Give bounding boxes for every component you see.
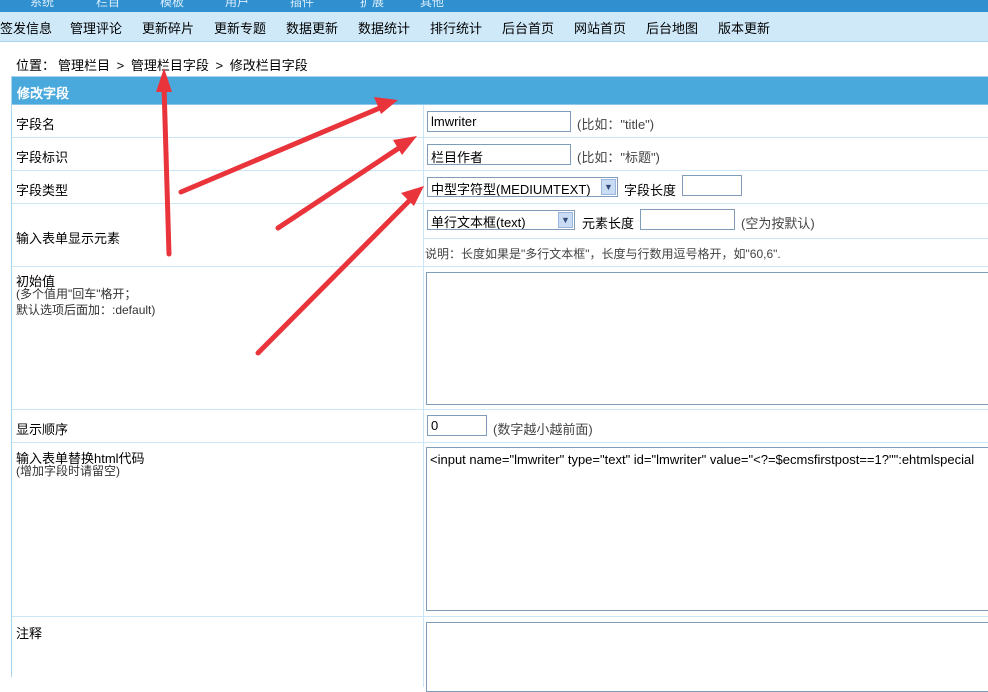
breadcrumb-prefix: 位置： bbox=[16, 58, 56, 73]
nav-item-publish[interactable]: 签发信息 bbox=[0, 18, 52, 37]
top-menu-item[interactable]: 插件 bbox=[290, 0, 314, 10]
row-field-type: 字段类型 中型字符型(MEDIUMTEXT) ▼ 字段长度 bbox=[12, 171, 988, 204]
breadcrumb-link[interactable]: 管理栏目字段 bbox=[131, 58, 209, 73]
form-title-bar: 修改字段 bbox=[12, 77, 988, 105]
row-comment: 注释 bbox=[12, 617, 988, 692]
html-code-textarea[interactable]: <input name="lmwriter" type="text" id="l… bbox=[426, 447, 988, 611]
field-type-selected: 中型字符型(MEDIUMTEXT) bbox=[431, 182, 591, 197]
breadcrumb-separator: > bbox=[116, 58, 125, 73]
field-name-input[interactable]: lmwriter bbox=[427, 111, 571, 132]
form-title: 修改字段 bbox=[17, 86, 70, 101]
element-length-input[interactable] bbox=[640, 209, 735, 230]
row-field-name: 字段名 lmwriter (比如："title") bbox=[12, 105, 988, 138]
top-menu-strip: 系统 栏目 模板 用户 插件 扩展 其他 bbox=[0, 0, 988, 12]
initial-value-hint-2: 默认选项后面加：:default) bbox=[16, 303, 156, 317]
chevron-down-icon[interactable]: ▼ bbox=[601, 179, 616, 195]
nav-item-version[interactable]: 版本更新 bbox=[718, 18, 770, 37]
top-menu-item[interactable]: 用户 bbox=[225, 0, 249, 10]
top-menu-item[interactable]: 栏目 bbox=[96, 0, 120, 10]
row-html-code: 输入表单替换html代码 (增加字段时请留空) <input name="lmw… bbox=[12, 443, 988, 617]
nav-item-admin-map[interactable]: 后台地图 bbox=[646, 18, 698, 37]
field-type-select[interactable]: 中型字符型(MEDIUMTEXT) ▼ bbox=[427, 177, 618, 197]
breadcrumb-current: 修改栏目字段 bbox=[229, 58, 308, 73]
field-length-label: 字段长度 bbox=[624, 183, 677, 198]
nav-item-comments[interactable]: 管理评论 bbox=[70, 18, 122, 37]
breadcrumb: 位置： 管理栏目 > 管理栏目字段 > 修改栏目字段 bbox=[16, 55, 311, 74]
row-initial-value: 初始值 (多个值用"回车"格开； 默认选项后面加：:default) bbox=[12, 267, 988, 410]
field-length-input[interactable] bbox=[682, 175, 742, 196]
initial-value-textarea[interactable] bbox=[426, 272, 988, 405]
input-element-selected: 单行文本框(text) bbox=[431, 215, 526, 230]
input-element-note: 说明：长度如果是"多行文本框"，长度与行数用逗号格开，如"60,6". bbox=[425, 247, 781, 261]
nav-item-data-update[interactable]: 数据更新 bbox=[286, 18, 338, 37]
top-menu-item[interactable]: 模板 bbox=[160, 0, 184, 10]
chevron-down-icon[interactable]: ▼ bbox=[558, 212, 573, 228]
input-element-select[interactable]: 单行文本框(text) ▼ bbox=[427, 210, 575, 230]
nav-item-statistics[interactable]: 数据统计 bbox=[358, 18, 410, 37]
field-mark-label: 字段标识 bbox=[16, 150, 69, 165]
html-code-hint: (增加字段时请留空) bbox=[16, 464, 120, 478]
field-name-label: 字段名 bbox=[16, 117, 56, 132]
field-name-hint: (比如："title") bbox=[577, 117, 655, 132]
field-mark-input[interactable]: 栏目作者 bbox=[427, 144, 571, 165]
row-display-order: 显示顺序 0 (数字越小越前面) bbox=[12, 410, 988, 443]
display-order-label: 显示顺序 bbox=[16, 422, 69, 437]
comment-label: 注释 bbox=[16, 626, 43, 641]
field-type-label: 字段类型 bbox=[16, 183, 69, 198]
top-menu-item[interactable]: 其他 bbox=[420, 0, 444, 10]
field-mark-hint: (比如："标题") bbox=[577, 150, 660, 165]
nav-bar: 签发信息 管理评论 更新碎片 更新专题 数据更新 数据统计 排行统计 后台首页 … bbox=[0, 12, 988, 42]
display-order-hint: (数字越小越前面) bbox=[493, 422, 593, 437]
input-element-label: 输入表单显示元素 bbox=[16, 231, 121, 246]
nav-item-ranking[interactable]: 排行统计 bbox=[430, 18, 482, 37]
nav-item-site-home[interactable]: 网站首页 bbox=[574, 18, 626, 37]
edit-field-form: 修改字段 字段名 lmwriter (比如："title") 字段标识 栏目作者… bbox=[11, 76, 988, 692]
nav-item-admin-home[interactable]: 后台首页 bbox=[502, 18, 554, 37]
element-length-hint: (空为按默认) bbox=[741, 216, 815, 231]
top-menu-item[interactable]: 扩展 bbox=[360, 0, 384, 10]
comment-textarea[interactable] bbox=[426, 622, 988, 692]
breadcrumb-separator: > bbox=[215, 58, 224, 73]
row-input-element: 输入表单显示元素 单行文本框(text) ▼ 元素长度 (空为按默认) 说明：长… bbox=[12, 204, 988, 267]
nav-item-topics[interactable]: 更新专题 bbox=[214, 18, 266, 37]
row-field-mark: 字段标识 栏目作者 (比如："标题") bbox=[12, 138, 988, 171]
initial-value-hint-1: (多个值用"回车"格开； bbox=[16, 287, 137, 301]
nav-item-fragments[interactable]: 更新碎片 bbox=[142, 18, 194, 37]
breadcrumb-link[interactable]: 管理栏目 bbox=[58, 58, 110, 73]
top-menu-item[interactable]: 系统 bbox=[30, 0, 54, 10]
display-order-input[interactable]: 0 bbox=[427, 415, 487, 436]
element-length-label: 元素长度 bbox=[582, 216, 635, 231]
